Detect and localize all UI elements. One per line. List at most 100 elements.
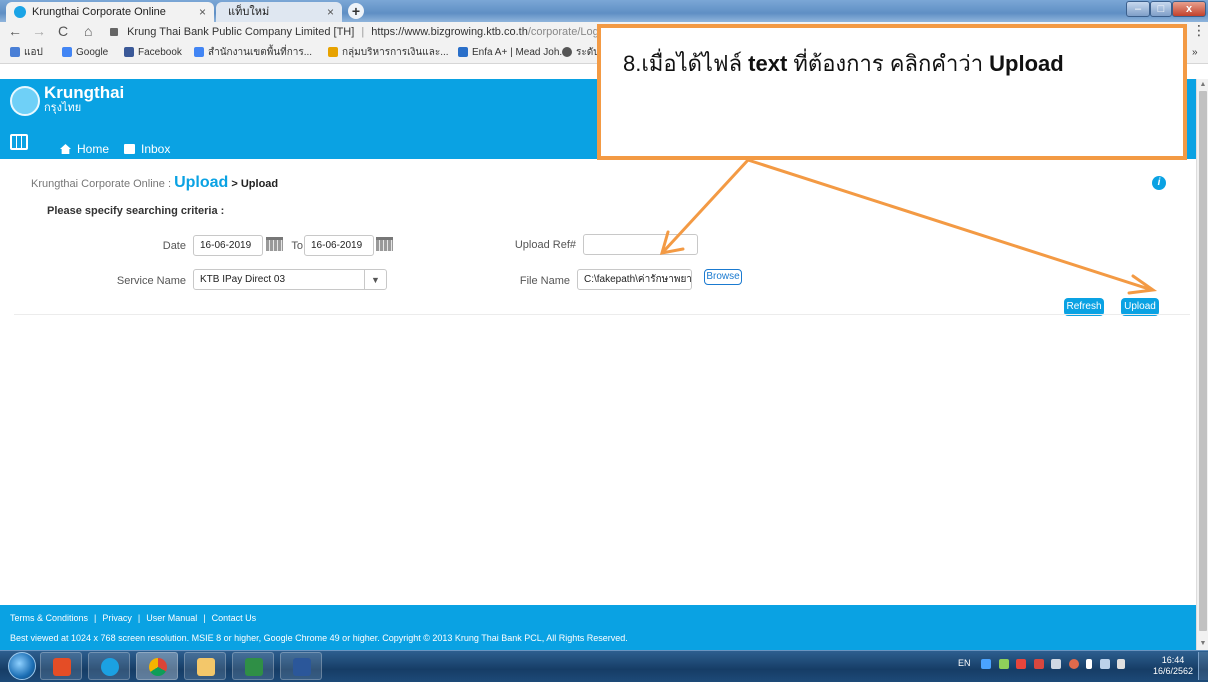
antivirus-icon[interactable] [1016,658,1027,669]
bluetooth-icon[interactable] [1086,658,1093,669]
taskbar-media-player[interactable] [40,652,82,680]
service-name-label: Service Name [116,275,186,287]
file-name-input[interactable]: C:\fakepath\ค่ารักษาพยาบ [577,269,692,290]
bookmark-label: Facebook [138,47,182,58]
info-icon[interactable]: i [1152,176,1166,190]
google-icon [62,47,72,58]
breadcrumb-current: > Upload [231,178,279,190]
media-player-icon [53,658,71,676]
instruction-prefix: 8.เมื่อได้ไฟล์ [623,51,749,76]
browse-button[interactable]: Browse [704,269,742,285]
instruction-upload-keyword: Upload [989,51,1064,76]
bookmarks-overflow-icon[interactable]: » [1192,42,1198,64]
instruction-middle: ที่ต้องการ คลิกคำว่า [787,51,990,76]
site-identity: Krung Thai Bank Public Company Limited [… [127,26,355,38]
tab-krungthai[interactable]: Krungthai Corporate Online × [6,2,214,22]
service-name-select[interactable]: KTB IPay Direct 03 [193,269,387,290]
footer-link-privacy[interactable]: Privacy [102,613,132,623]
tab-label: Krungthai Corporate Online [32,6,166,18]
close-window-button[interactable]: x [1172,1,1206,17]
enfa-icon [458,47,468,58]
content-divider [14,314,1190,315]
breadcrumb-section[interactable]: Upload [174,174,228,191]
krungthai-logo-icon[interactable] [10,86,40,116]
scroll-up-icon[interactable]: ▲ [1199,81,1207,89]
update-icon[interactable] [1033,658,1044,669]
taskbar-internet-explorer[interactable] [88,652,130,680]
tab-label: แท็บใหม่ [228,6,270,18]
app-tray-icon[interactable] [998,658,1009,669]
taskbar-file-explorer[interactable] [184,652,226,680]
date-to-input[interactable]: 16-06-2019 [304,235,374,256]
upload-ref-input[interactable] [583,234,698,255]
home-browser-icon[interactable]: ⌂ [84,23,92,39]
display-icon[interactable] [1099,658,1110,669]
instruction-callout [597,24,1187,160]
arrowhead-upload-button [1127,274,1158,295]
tab-new-tab[interactable]: แท็บใหม่ × [216,2,342,22]
to-label: To [291,240,303,252]
nav-home[interactable]: Home [60,142,109,156]
bookmark-enfa[interactable]: Enfa A+ | Mead Joh... [458,42,568,64]
browser-menu-icon[interactable]: ⋮ [1192,22,1206,39]
maximize-button[interactable]: □ [1150,1,1172,17]
breadcrumb-root: Krungthai Corporate Online : [31,178,172,190]
bookmark-facebook[interactable]: Facebook [124,42,182,64]
system-tray: EN [958,658,1130,669]
footer-links: Terms & Conditions | Privacy | User Manual | C… [10,613,257,623]
date-from-input[interactable]: 16-06-2019 [193,235,263,256]
network-icon[interactable] [981,658,992,669]
taskbar-chrome[interactable] [136,652,178,680]
page-scrollbar[interactable]: ▲ ▼ [1196,79,1208,650]
taskbar-excel[interactable] [232,652,274,680]
breadcrumb: Krungthai Corporate Online : Upload > Up… [31,174,278,192]
footer-link-contact[interactable]: Contact Us [212,613,257,623]
scroll-down-icon[interactable]: ▼ [1199,640,1207,648]
site-footer [0,605,1196,650]
start-button[interactable] [8,652,36,680]
language-indicator[interactable]: EN [958,658,971,668]
volume-icon[interactable] [1051,658,1062,669]
app-grid-icon[interactable] [10,134,28,150]
instruction-text: 8.เมื่อได้ไฟล์ text ที่ต้องการ คลิกคำว่า… [623,46,1064,81]
krungthai-favicon-icon [14,6,26,18]
bookmark-area-office[interactable]: สำนักงานเขตพื้นที่การ... [194,42,312,64]
home-icon [60,144,71,154]
clock-date: 16/6/2562 [1153,666,1194,676]
footer-link-terms[interactable]: Terms & Conditions [10,613,88,623]
new-tab-button[interactable]: + [348,3,364,19]
tab-close-icon[interactable]: × [199,2,206,22]
reload-icon[interactable]: C [58,23,68,39]
chevron-down-icon[interactable]: ▼ [364,270,386,290]
taskbar-clock[interactable]: 16:44 16/6/2562 [1153,655,1193,677]
bookmark-apps[interactable]: แอป [10,42,43,64]
security-icon[interactable] [1068,658,1079,669]
brand-name: Krungthai [44,83,125,102]
internet-explorer-icon [101,658,119,676]
bookmark-label: แอป [24,47,43,58]
back-icon[interactable]: ← [8,23,22,39]
bookmark-finance-group[interactable]: กลุ่มบริหารการเงินและ... [328,42,449,64]
minimize-button[interactable]: – [1126,1,1150,17]
chrome-icon [149,658,167,676]
calendar-from-icon[interactable] [266,237,283,251]
tab-close-icon[interactable]: × [327,2,334,22]
nav-inbox[interactable]: Inbox [124,142,170,156]
calendar-to-icon[interactable] [376,237,393,251]
nav-label: Inbox [141,142,171,156]
lock-icon [110,28,118,37]
facebook-icon [124,47,134,58]
address-separator: | [361,26,365,38]
apps-icon [10,47,20,58]
bookmark-google[interactable]: Google [62,42,108,64]
taskbar-word[interactable] [280,652,322,680]
word-icon [293,658,311,676]
arrow-to-upload-button [746,158,1154,292]
flag-icon[interactable] [1117,658,1126,669]
bookmark-label: สำนักงานเขตพื้นที่การ... [208,47,313,58]
show-desktop-button[interactable] [1198,652,1208,680]
footer-link-user-manual[interactable]: User Manual [146,613,197,623]
scroll-thumb[interactable] [1199,91,1207,631]
bookmark-level[interactable]: ระดับ [562,42,600,64]
forward-icon[interactable]: → [32,23,46,39]
